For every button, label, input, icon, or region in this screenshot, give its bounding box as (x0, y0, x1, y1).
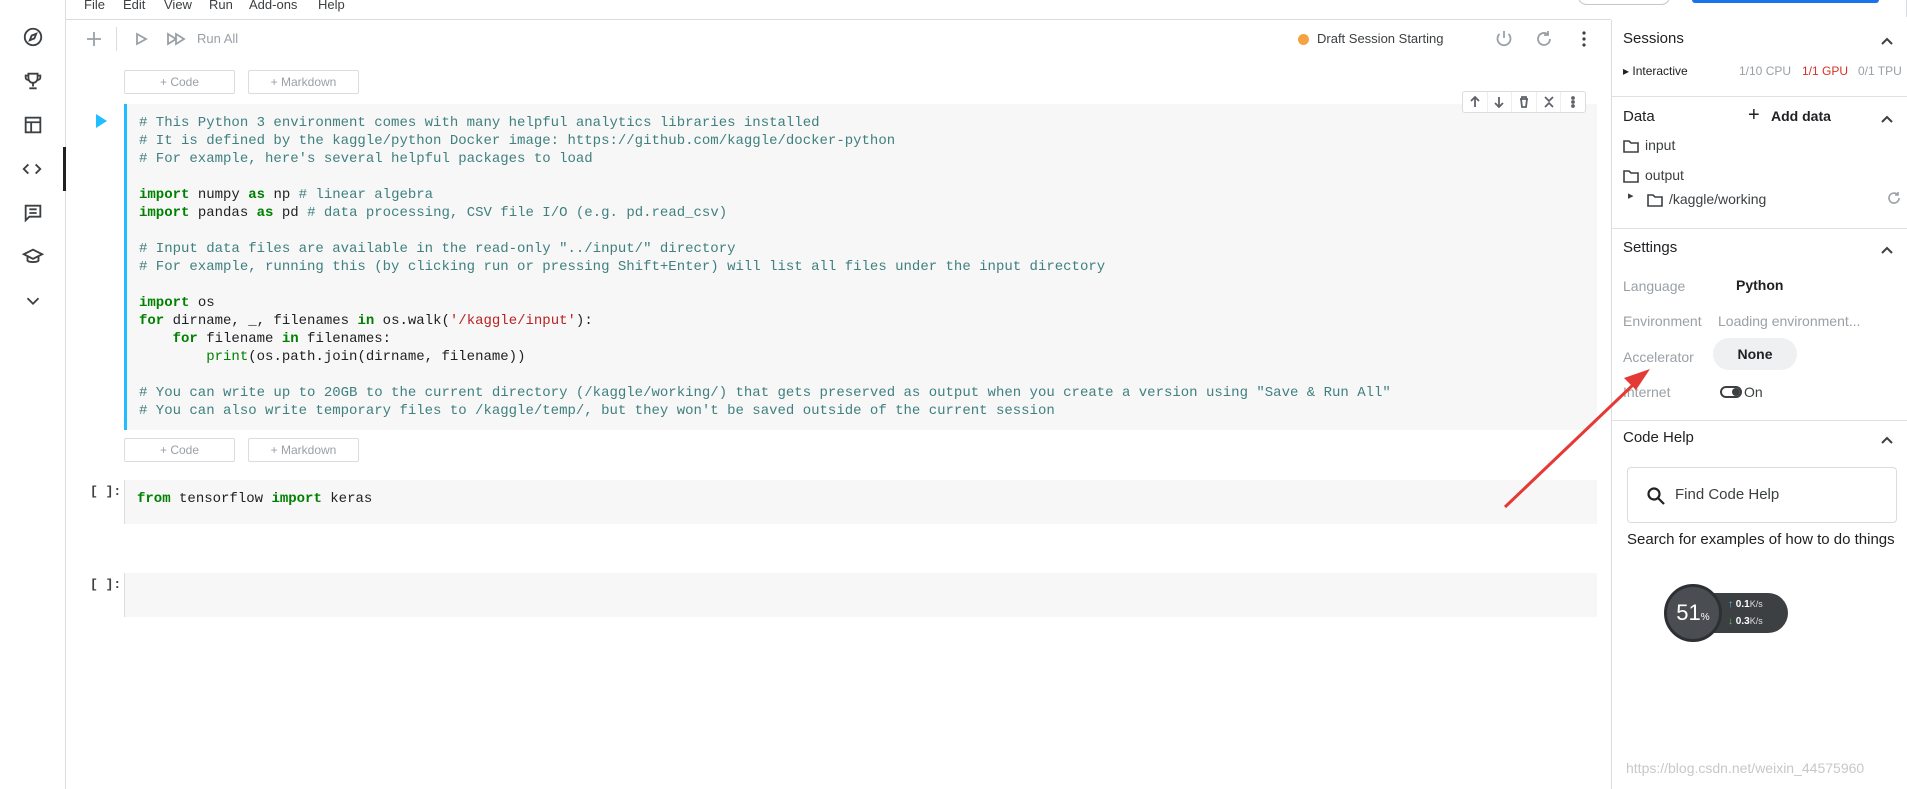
download-value: 0.3 (1735, 616, 1750, 627)
code-help-description: Search for examples of how to do things (1627, 531, 1895, 548)
chevron-down-icon[interactable] (0, 279, 66, 323)
top-primary-button[interactable] (1692, 0, 1879, 3)
chevron-up-icon[interactable] (1880, 111, 1894, 123)
code-help-header[interactable]: Code Help (1623, 429, 1694, 446)
session-gpu: 1/1 GPU (1802, 64, 1849, 78)
comments-icon[interactable] (0, 191, 66, 235)
settings-header[interactable]: Settings (1623, 239, 1677, 256)
add-code-cell-button[interactable]: + Code (124, 70, 235, 94)
upload-speed: ↑ 0.1K/s (1728, 599, 1763, 610)
chevron-up-icon[interactable] (1880, 432, 1894, 444)
session-status-text[interactable]: Draft Session Starting (1317, 31, 1443, 46)
internet-value: On (1744, 384, 1763, 400)
session-status-dot (1298, 34, 1309, 45)
accelerator-label: Accelerator (1623, 349, 1694, 365)
run-cell-button[interactable] (96, 114, 107, 128)
session-cpu: 1/10 CPU (1739, 64, 1792, 78)
download-unit: K/s (1749, 616, 1763, 626)
expand-arrow-icon[interactable]: ▸ (1628, 189, 1634, 202)
run-all-icon[interactable] (164, 30, 188, 48)
folder-working-label: /kaggle/working (1669, 191, 1767, 207)
menu-edit[interactable]: Edit (123, 0, 145, 12)
code-editor-2[interactable]: from tensorflow import keras (125, 480, 1597, 508)
search-icon (1647, 487, 1665, 505)
add-code-cell-button-2[interactable]: + Code (124, 438, 235, 462)
trophy-icon[interactable] (0, 59, 66, 103)
code-icon[interactable] (0, 147, 66, 191)
panel-divider (1612, 420, 1907, 421)
cell-prompt-2: [ ]: (90, 484, 122, 499)
session-tpu: 0/1 TPU (1858, 64, 1902, 78)
code-cell-2[interactable]: from tensorflow import keras (124, 480, 1597, 524)
sessions-header[interactable]: Sessions (1623, 30, 1684, 47)
restart-icon[interactable] (1532, 27, 1556, 51)
session-type[interactable]: ▸ Interactive (1623, 64, 1688, 78)
menu-help[interactable]: Help (318, 0, 345, 12)
data-header[interactable]: Data (1623, 108, 1655, 125)
notebook-toolbar: Run All Draft Session Starting (66, 20, 1611, 58)
chevron-up-icon[interactable] (1880, 242, 1894, 254)
menu-file[interactable]: File (84, 0, 105, 12)
session-type-label: Interactive (1632, 64, 1688, 78)
menu-run[interactable]: Run (209, 0, 233, 12)
toolbar-divider (116, 27, 117, 51)
code-editor-3[interactable] (125, 573, 1597, 583)
environment-label: Environment (1623, 313, 1702, 329)
usage-percent: 51 (1676, 600, 1701, 625)
add-data-icon[interactable]: + (1748, 104, 1760, 127)
chevron-up-icon[interactable] (1880, 33, 1894, 45)
code-cell-1[interactable]: # This Python 3 environment comes with m… (124, 104, 1597, 430)
cpu-usage-circle: 51% (1664, 584, 1722, 642)
right-side-panel: Sessions ▸ Interactive 1/10 CPU 1/1 GPU … (1611, 20, 1907, 789)
code-editor[interactable]: # This Python 3 environment comes with m… (127, 104, 1597, 420)
accelerator-select[interactable]: None (1713, 338, 1797, 370)
panel-divider (1612, 96, 1907, 97)
folder-input-label: input (1645, 137, 1676, 153)
school-icon[interactable] (0, 235, 66, 279)
left-nav-rail (0, 0, 66, 789)
environment-value[interactable]: Loading environment... (1718, 313, 1860, 329)
watermark: https://blog.csdn.net/weixin_44575960 (1626, 760, 1865, 776)
language-value[interactable]: Python (1736, 277, 1783, 293)
usage-percent-sign: % (1700, 611, 1710, 623)
delete-icon[interactable] (1512, 92, 1537, 112)
add-data-button[interactable]: Add data (1771, 108, 1831, 124)
collapse-icon[interactable] (1537, 92, 1562, 112)
upload-value: 0.1 (1735, 599, 1750, 610)
folder-icon (1647, 194, 1663, 207)
add-cell-icon[interactable] (84, 29, 104, 49)
move-down-icon[interactable] (1488, 92, 1513, 112)
cell-prompt-3: [ ]: (90, 577, 122, 592)
internet-toggle[interactable] (1720, 386, 1742, 398)
cell-more-icon[interactable] (1561, 92, 1585, 112)
code-help-search[interactable]: Find Code Help (1627, 467, 1897, 523)
download-speed: ↓ 0.3K/s (1728, 616, 1763, 627)
menu-bar: File Edit View Run Add-ons Help (66, 0, 1907, 20)
menu-view[interactable]: View (164, 0, 192, 12)
add-markdown-cell-button-2[interactable]: + Markdown (248, 438, 359, 462)
add-markdown-cell-button[interactable]: + Markdown (248, 70, 359, 94)
compass-icon[interactable] (0, 15, 66, 59)
cell-toolbar (1462, 91, 1586, 113)
run-all-button[interactable]: Run All (197, 31, 238, 46)
internet-label: Internet (1623, 384, 1671, 400)
toggle-knob (1732, 388, 1740, 396)
menu-add-ons[interactable]: Add-ons (249, 0, 297, 12)
code-cell-3[interactable] (124, 573, 1597, 617)
more-options-icon[interactable] (1572, 27, 1596, 51)
top-outline-button[interactable] (1578, 0, 1670, 5)
move-up-icon[interactable] (1463, 92, 1488, 112)
table-icon[interactable] (0, 103, 66, 147)
language-label: Language (1623, 278, 1686, 294)
panel-divider (1612, 228, 1907, 229)
upload-unit: K/s (1749, 599, 1763, 609)
folder-output-label: output (1645, 167, 1684, 183)
network-gauge[interactable]: ↑ 0.1K/s ↓ 0.3K/s 51% (1664, 584, 1788, 642)
power-icon[interactable] (1492, 27, 1516, 51)
run-cell-icon[interactable] (132, 30, 150, 48)
folder-icon (1623, 170, 1639, 183)
refresh-icon[interactable] (1887, 191, 1901, 210)
code-help-search-input[interactable]: Find Code Help (1675, 486, 1779, 503)
folder-icon (1623, 140, 1639, 153)
